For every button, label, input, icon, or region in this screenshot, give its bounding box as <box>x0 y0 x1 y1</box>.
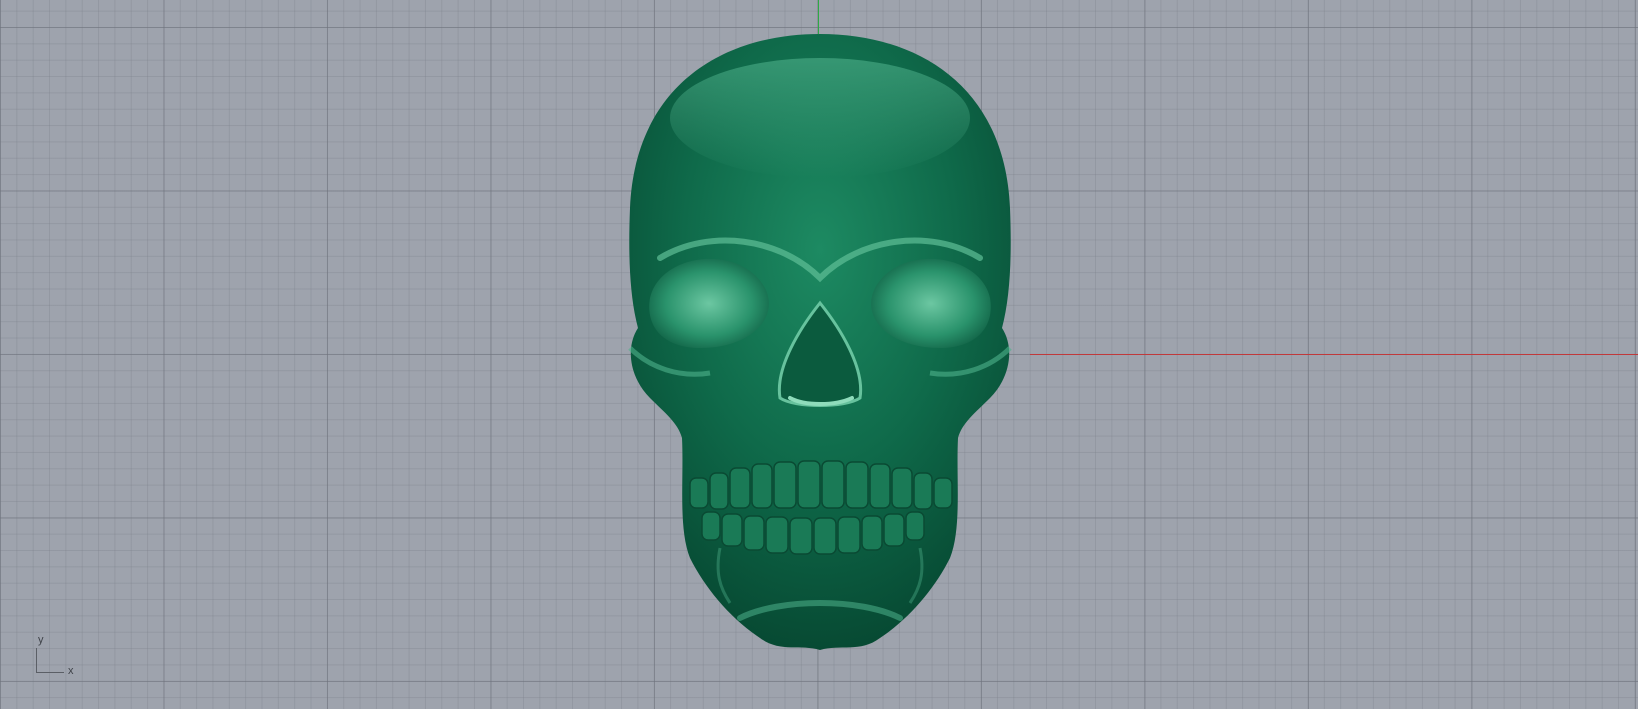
skull-model[interactable] <box>590 28 1050 688</box>
triad-x-label: x <box>68 665 74 677</box>
triad-x-line <box>36 672 64 673</box>
triad-y-label: y <box>38 634 44 646</box>
front-viewport[interactable]: y x <box>0 0 1638 709</box>
world-x-axis <box>1030 354 1638 355</box>
axis-triad: y x <box>30 634 80 677</box>
triad-y-line <box>36 648 37 673</box>
